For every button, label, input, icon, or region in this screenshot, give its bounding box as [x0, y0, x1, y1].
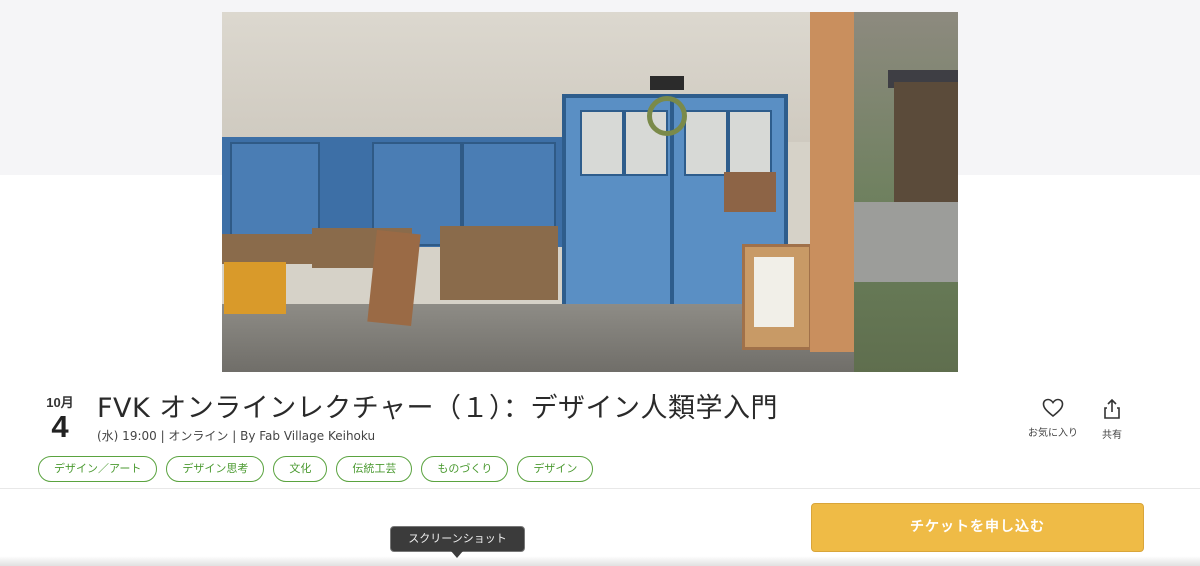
share-label: 共有 [1102, 430, 1122, 441]
event-date: 10月 4 [38, 392, 82, 443]
tag-chip[interactable]: ものづくり [421, 456, 509, 482]
hero-mailbox [724, 172, 776, 212]
share-button[interactable]: 共有 [1092, 398, 1132, 441]
hero-signboard-paper [754, 257, 794, 327]
hero-lumber [222, 234, 312, 264]
ticket-button[interactable]: チケットを申し込む [811, 503, 1144, 552]
hero-panel [230, 142, 320, 246]
event-day: 4 [51, 409, 69, 444]
section-divider [0, 488, 1200, 489]
share-icon [1104, 398, 1120, 419]
bottom-shadow [0, 556, 1200, 566]
favorite-label: お気に入り [1028, 428, 1078, 439]
hero-window [580, 110, 624, 176]
tag-chip[interactable]: デザイン思考 [166, 456, 265, 482]
hero-road [854, 202, 958, 282]
tag-chip[interactable]: 文化 [273, 456, 328, 482]
hero-sign [650, 76, 684, 90]
hero-window [684, 110, 728, 176]
tag-chip[interactable]: 伝統工芸 [336, 456, 413, 482]
hero-house [894, 82, 958, 202]
hero-wood-post [810, 12, 854, 352]
category-tags: デザイン／アート デザイン思考 文化 伝統工芸 ものづくり デザイン [38, 456, 594, 482]
hero-crate [224, 262, 286, 314]
favorite-button[interactable]: お気に入り [1022, 398, 1084, 439]
screenshot-tooltip: スクリーンショット [390, 526, 525, 558]
hero-window [728, 110, 772, 176]
event-hero-image [222, 12, 958, 372]
heart-icon [1042, 398, 1064, 418]
event-subtitle: (水) 19:00 | オンライン | By Fab Village Keiho… [97, 429, 376, 443]
hero-lumber-stack [440, 226, 558, 300]
event-title: FVK オンラインレクチャー（１）：デザイン人類学入門 [97, 393, 779, 424]
hero-wreath [647, 96, 687, 136]
tag-chip[interactable]: デザイン [517, 456, 594, 482]
tag-chip[interactable]: デザイン／アート [38, 456, 158, 482]
